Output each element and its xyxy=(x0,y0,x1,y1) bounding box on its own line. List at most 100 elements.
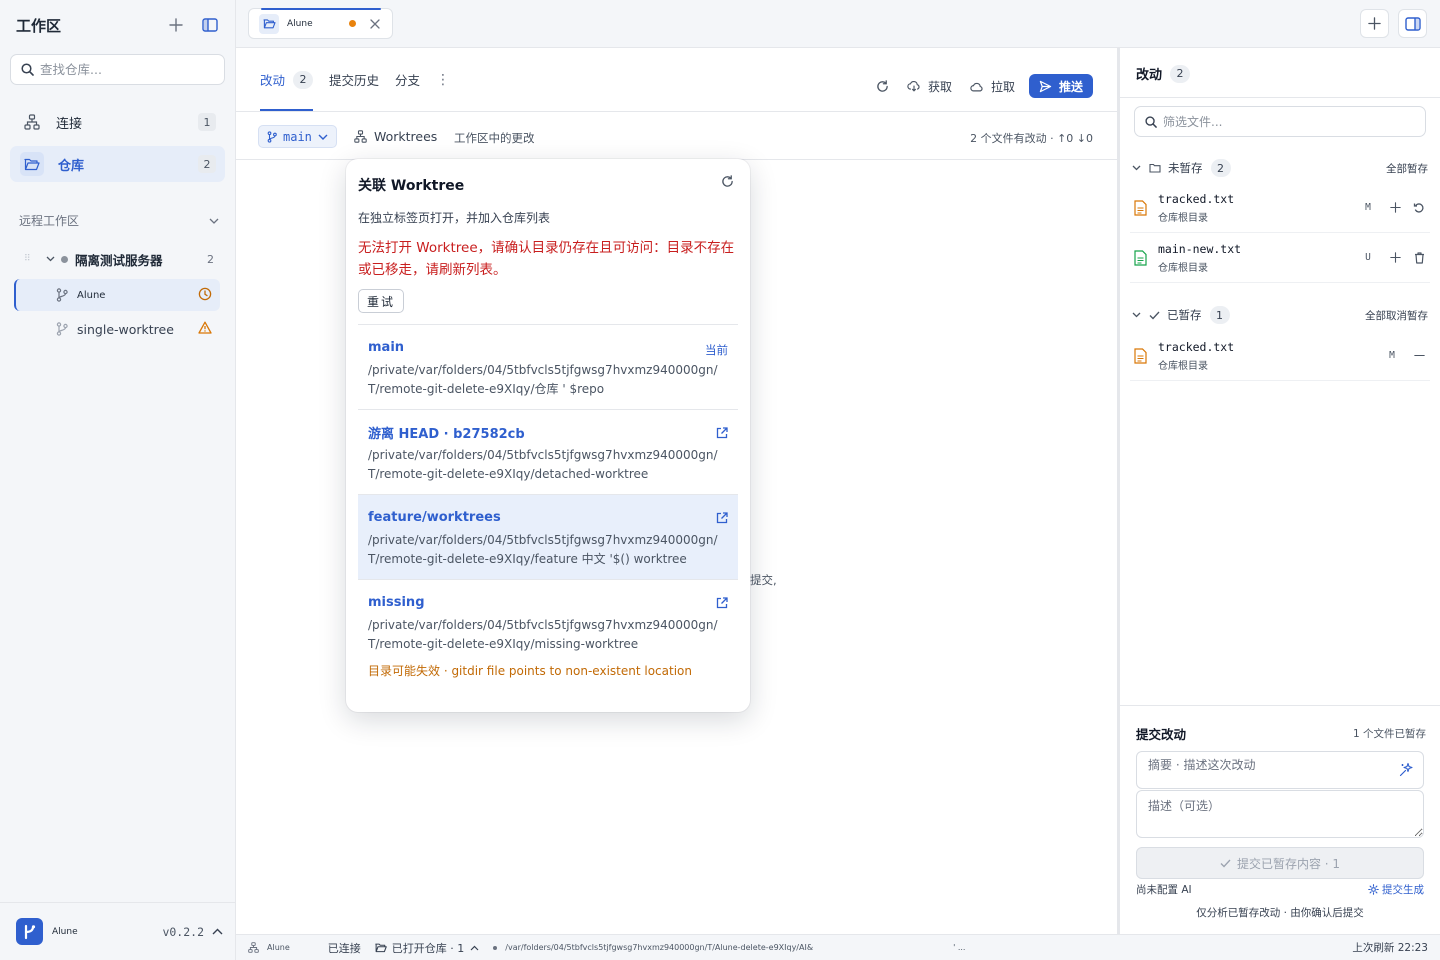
worktree-path: /private/var/folders/04/5tbfvcls5tjfgwsg… xyxy=(368,618,718,651)
file-modified-icon xyxy=(1134,347,1150,364)
sidebar-worktree-single[interactable]: single-worktree xyxy=(14,313,220,345)
file-filter[interactable] xyxy=(1134,106,1426,137)
file-status: M xyxy=(1389,350,1395,361)
file-filter-input[interactable] xyxy=(1163,114,1403,129)
sidebar-panel-icon xyxy=(202,18,218,32)
unstage-all-button[interactable]: 全部取消暂存 xyxy=(1365,308,1428,323)
right-panel-icon xyxy=(1404,16,1421,31)
push-button[interactable]: 推送 xyxy=(1028,74,1093,98)
current-badge: 当前 xyxy=(705,343,728,357)
server-count: 2 xyxy=(207,252,214,266)
refresh-worktrees-button[interactable] xyxy=(721,175,734,188)
check-icon xyxy=(1220,859,1231,867)
commit-staged-button[interactable]: 提交已暂存内容 · 1 xyxy=(1136,847,1424,879)
git-actions: 获取 拉取 推送 xyxy=(858,74,1093,98)
add-repo-button[interactable] xyxy=(165,14,187,36)
file-name: tracked.txt xyxy=(1158,191,1235,206)
worktree-entry-main[interactable]: main /private/var/folders/04/5tbfvcls5tj… xyxy=(358,325,738,410)
delete-file-button[interactable] xyxy=(1408,247,1430,269)
unstaged-group-header[interactable]: 未暂存 2 全部暂存 xyxy=(1132,158,1428,178)
pull-label: 拉取 xyxy=(990,79,1015,94)
remote-server-row[interactable]: ⠿ 隔离测试服务器 2 xyxy=(24,249,219,269)
ai-sparkle-button[interactable] xyxy=(1399,762,1414,777)
sidebar-item-connections[interactable]: 连接 1 xyxy=(10,104,225,140)
status-app-name: Alune xyxy=(267,943,290,952)
stage-file-button[interactable] xyxy=(1384,197,1406,219)
worktree-label: Alune xyxy=(77,289,106,301)
tab-history[interactable]: 提交历史 xyxy=(329,48,379,111)
remote-workspace-section[interactable]: 远程工作区 xyxy=(19,212,219,229)
open-external-button[interactable] xyxy=(716,427,728,439)
sidebar-item-repositories[interactable]: 仓库 2 xyxy=(10,146,225,182)
file-name: main-new.txt xyxy=(1158,241,1242,256)
tab-count: 2 xyxy=(293,70,314,89)
network-icon xyxy=(22,112,42,132)
unstage-file-button[interactable] xyxy=(1408,345,1430,367)
stage-file-button[interactable] xyxy=(1384,247,1406,269)
discard-file-button[interactable] xyxy=(1408,197,1430,219)
branch-selector[interactable]: main xyxy=(258,125,337,148)
repo-search-input[interactable] xyxy=(40,62,210,77)
network-icon xyxy=(248,942,259,953)
unsaved-dot xyxy=(349,20,356,27)
unstaged-file-row[interactable]: tracked.txt 仓库根目录 M xyxy=(1130,183,1430,233)
external-link-icon xyxy=(716,597,728,609)
error-message: 无法打开 Worktree，请确认目录仍存在且可访问：目录不存在或已移走，请刷新… xyxy=(358,240,735,278)
connection-status: 已连接 xyxy=(327,941,361,955)
close-tab-button[interactable] xyxy=(370,18,382,29)
tab-branches[interactable]: 分支 xyxy=(395,48,420,111)
plus-icon xyxy=(1368,17,1381,30)
worktrees-label: Worktrees xyxy=(374,129,438,144)
app-name: Alune xyxy=(52,926,78,937)
retry-button[interactable]: 重试 xyxy=(358,289,405,313)
ai-generate-label: 提交生成 xyxy=(1382,884,1424,896)
commit-title: 提交改动 xyxy=(1136,727,1187,742)
unstaged-file-row[interactable]: main-new.txt 仓库根目录 U xyxy=(1130,233,1430,283)
warning-icon xyxy=(198,321,214,337)
git-branch-icon xyxy=(56,288,70,302)
new-tab-button[interactable] xyxy=(1360,9,1389,38)
group-label: 未暂存 xyxy=(1168,161,1203,175)
commit-description-input[interactable] xyxy=(1136,790,1424,838)
ai-generate-button[interactable]: 提交生成 xyxy=(1368,882,1424,897)
open-external-button[interactable] xyxy=(716,597,728,609)
pull-button[interactable]: 拉取 xyxy=(970,78,1015,95)
fetch-button[interactable]: 获取 xyxy=(907,78,952,95)
commit-summary-field[interactable] xyxy=(1136,751,1424,789)
open-external-button[interactable] xyxy=(716,512,728,524)
tab-changes[interactable]: 改动 2 xyxy=(260,48,314,111)
file-status: M xyxy=(1365,202,1371,213)
toggle-sidebar-button[interactable] xyxy=(199,14,221,36)
popover-subtitle: 在独立标签页打开，并加入仓库列表 xyxy=(358,211,551,225)
clock-icon xyxy=(198,287,214,303)
changes-header: 改动 2 xyxy=(1136,64,1191,83)
tab-label: Alune xyxy=(287,18,313,29)
staged-file-row[interactable]: tracked.txt 仓库根目录 M xyxy=(1130,331,1430,381)
expand-footer-button[interactable] xyxy=(210,921,224,943)
stage-all-button[interactable]: 全部暂存 xyxy=(1386,161,1428,176)
file-info: tracked.txt 仓库根目录 xyxy=(1158,340,1378,372)
external-link-icon xyxy=(716,512,728,524)
repo-search[interactable] xyxy=(10,54,225,85)
plus-icon xyxy=(1389,252,1401,263)
toggle-right-panel-button[interactable] xyxy=(1398,9,1427,38)
change-summary: 2 个文件有改动 · ↑0 ↓0 xyxy=(970,132,1093,145)
sidebar-item-count: 2 xyxy=(198,155,216,173)
tab-bar: Alune xyxy=(236,0,1440,48)
worktrees-button[interactable]: Worktrees xyxy=(354,129,437,144)
staged-group-header[interactable]: 已暂存 1 全部取消暂存 xyxy=(1132,305,1428,325)
commit-summary-input[interactable] xyxy=(1148,758,1388,772)
more-menu-button[interactable]: ⋮ xyxy=(436,72,450,88)
worktree-entry-missing[interactable]: missing /private/var/folders/04/5tbfvcls… xyxy=(358,580,738,689)
main-toolbar: main Worktrees 工作区中的更改 2 个文件有改动 · ↑0 ↓0 xyxy=(236,111,1117,160)
worktree-entry-feature[interactable]: feature/worktrees /private/var/folders/0… xyxy=(358,495,738,580)
check-icon xyxy=(1149,311,1160,319)
open-repos-status[interactable]: 已打开仓库 · 1 xyxy=(374,940,480,956)
worktree-entry-detached[interactable]: 游离 HEAD · b27582cb /private/var/folders/… xyxy=(358,410,738,495)
tab-alune[interactable]: Alune xyxy=(248,8,393,39)
tab-label: 提交历史 xyxy=(329,73,380,88)
git-branch-icon xyxy=(56,322,70,336)
sidebar-worktree-alune[interactable]: Alune xyxy=(14,279,220,311)
ai-status: 尚未配置 AI xyxy=(1136,884,1192,896)
refresh-button[interactable] xyxy=(876,79,889,93)
